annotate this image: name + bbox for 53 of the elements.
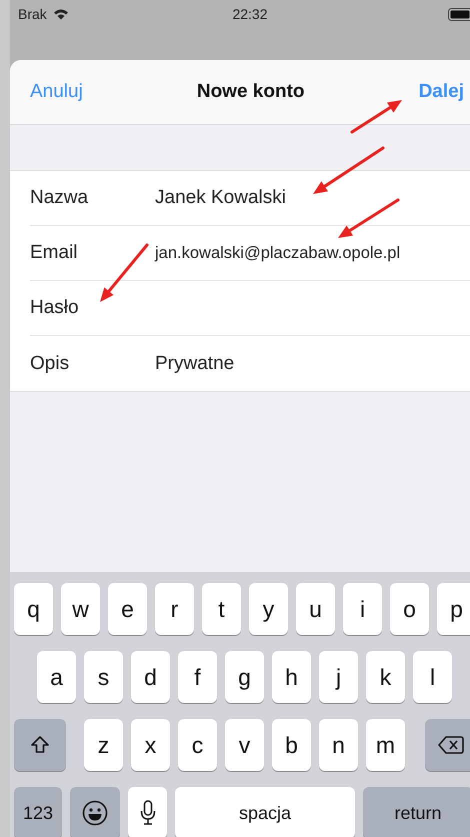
shift-key[interactable] <box>14 719 66 771</box>
input-field[interactable]: Prywatne <box>155 352 234 374</box>
backspace-icon <box>438 735 464 755</box>
field-label: Nazwa <box>30 187 90 209</box>
key[interactable]: s <box>84 651 123 703</box>
annotation-arrow <box>100 244 148 302</box>
key[interactable]: w <box>61 583 100 635</box>
shift-icon <box>30 735 50 755</box>
key[interactable]: j <box>319 651 358 703</box>
key[interactable]: t <box>202 583 241 635</box>
space-key[interactable]: spacja <box>175 787 355 837</box>
key[interactable]: p <box>437 583 470 635</box>
key[interactable]: e <box>108 583 147 635</box>
key[interactable]: m <box>366 719 405 771</box>
sheet-title: Nowe konto <box>196 81 305 103</box>
key[interactable]: a <box>37 651 76 703</box>
input-field[interactable]: jan.kowalski@placzabaw.opole.pl <box>155 244 400 262</box>
key[interactable]: y <box>249 583 288 635</box>
key[interactable]: c <box>178 719 217 771</box>
wifi-icon <box>52 8 69 20</box>
field-label: Hasło <box>30 297 80 319</box>
input-field[interactable]: Janek Kowalski <box>155 187 286 209</box>
key[interactable]: l <box>413 651 452 703</box>
key[interactable]: b <box>272 719 311 771</box>
battery-icon <box>448 8 470 20</box>
key[interactable]: u <box>296 583 335 635</box>
carrier-label: Brak <box>18 6 47 22</box>
field-label: Opis <box>30 352 70 374</box>
annotation-arrow <box>313 146 384 194</box>
key[interactable]: h <box>272 651 311 703</box>
annotation-arrow <box>350 100 402 134</box>
clock-time: 22:32 <box>232 6 268 22</box>
key[interactable]: v <box>225 719 264 771</box>
backspace-key[interactable] <box>425 719 470 771</box>
microphone-icon <box>140 800 156 826</box>
field-label: Email <box>30 242 79 264</box>
key[interactable]: x <box>131 719 170 771</box>
key[interactable]: d <box>131 651 170 703</box>
key[interactable]: n <box>319 719 358 771</box>
key[interactable]: o <box>390 583 429 635</box>
dictation-key[interactable] <box>128 787 167 837</box>
emoji-key[interactable] <box>70 787 120 837</box>
key[interactable]: g <box>225 651 264 703</box>
annotation-arrow <box>338 198 400 238</box>
key[interactable]: q <box>14 583 53 635</box>
key[interactable]: z <box>84 719 123 771</box>
key[interactable]: r <box>155 583 194 635</box>
key[interactable]: i <box>343 583 382 635</box>
emoji-icon <box>82 800 108 826</box>
key[interactable]: f <box>178 651 217 703</box>
key[interactable]: k <box>366 651 405 703</box>
numbers-key[interactable]: 123 <box>14 787 62 837</box>
return-key[interactable]: return <box>363 787 470 837</box>
